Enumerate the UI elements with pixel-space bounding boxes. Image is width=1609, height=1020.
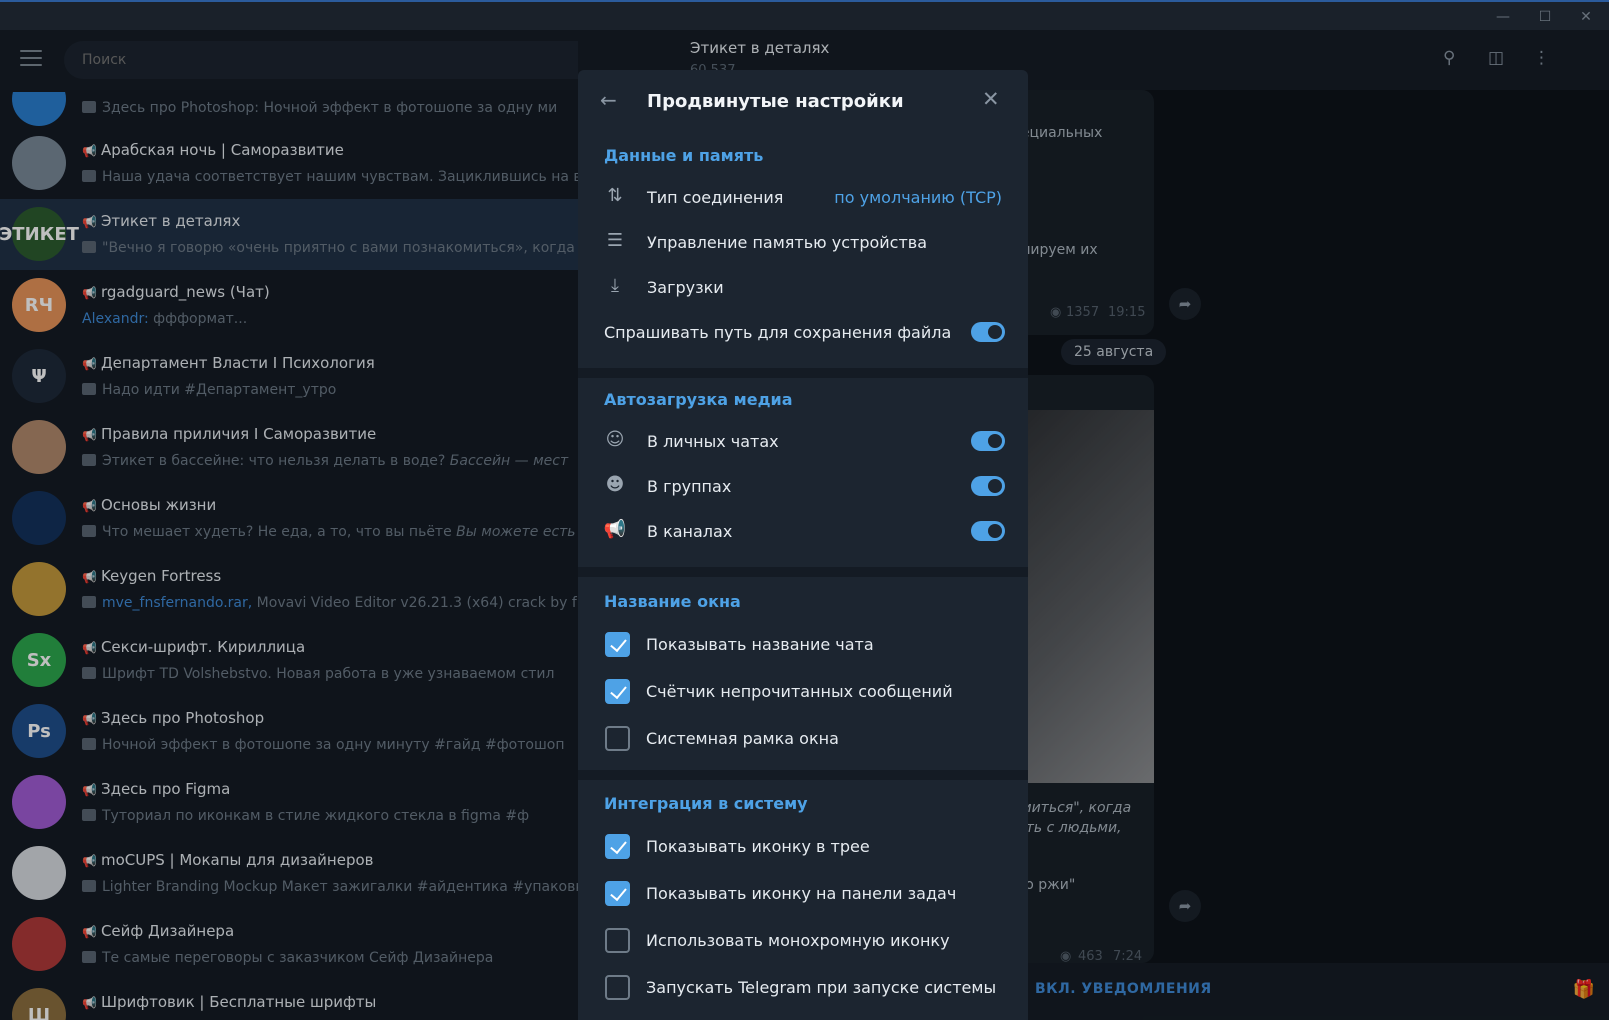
ask-path-label: Спрашивать путь для сохранения файла	[604, 323, 952, 342]
autoload-private-toggle[interactable]	[971, 431, 1005, 451]
ask-path-row[interactable]: Спрашивать путь для сохранения файла	[578, 311, 1028, 355]
unread-counter-checkbox[interactable]	[605, 679, 630, 704]
section-title-system: Интеграция в систему	[604, 794, 808, 813]
taskbar-icon-row[interactable]: Показывать иконку на панели задач	[578, 872, 1028, 916]
close-icon[interactable]: ✕	[982, 87, 1000, 111]
unread-counter-row[interactable]: Счётчик непрочитанных сообщений	[578, 670, 1028, 714]
tray-icon-label: Показывать иконку в трее	[646, 837, 870, 856]
autoload-groups-row[interactable]: ☻ В группах	[578, 465, 1028, 509]
show-chat-name-row[interactable]: Показывать название чата	[578, 623, 1028, 667]
advanced-settings-dialog: ← Продвинутые настройки ✕ Данные и памят…	[578, 70, 1028, 1020]
section-divider	[578, 567, 1028, 577]
system-frame-label: Системная рамка окна	[646, 729, 839, 748]
show-chat-name-checkbox[interactable]	[605, 632, 630, 657]
arrows-updown-icon: ⇅	[607, 185, 623, 206]
system-frame-checkbox[interactable]	[605, 726, 630, 751]
downloads-row[interactable]: ⤓ Загрузки	[578, 266, 1028, 310]
downloads-label: Загрузки	[647, 278, 724, 297]
taskbar-icon-checkbox[interactable]	[605, 881, 630, 906]
storage-management-label: Управление памятью устройства	[647, 233, 928, 252]
section-title-window: Название окна	[604, 592, 741, 611]
section-title-data: Данные и память	[604, 146, 764, 165]
section-divider	[578, 770, 1028, 780]
autoload-channels-toggle[interactable]	[971, 521, 1005, 541]
dialog-title: Продвинутые настройки	[647, 91, 904, 112]
section-divider	[578, 368, 1028, 378]
autostart-checkbox[interactable]	[605, 975, 630, 1000]
back-arrow-icon[interactable]: ←	[600, 88, 617, 112]
dialog-header: ← Продвинутые настройки ✕	[578, 70, 1028, 132]
storage-management-row[interactable]: ☰ Управление памятью устройства	[578, 221, 1028, 265]
autoload-channels-row[interactable]: 📢 В каналах	[578, 510, 1028, 554]
database-icon: ☰	[606, 230, 624, 251]
unread-counter-label: Счётчик непрочитанных сообщений	[646, 682, 953, 701]
ask-path-toggle[interactable]	[971, 322, 1005, 342]
autostart-label: Запускать Telegram при запуске системы	[646, 978, 997, 997]
tray-icon-checkbox[interactable]	[605, 834, 630, 859]
autoload-private-row[interactable]: ☺ В личных чатах	[578, 420, 1028, 464]
autostart-row[interactable]: Запускать Telegram при запуске системы	[578, 966, 1028, 1010]
autoload-channels-label: В каналах	[647, 522, 733, 541]
show-chat-name-label: Показывать название чата	[646, 635, 874, 654]
connection-type-value: по умолчанию (TCP)	[834, 188, 1002, 207]
autoload-groups-label: В группах	[647, 477, 732, 496]
taskbar-icon-label: Показывать иконку на панели задач	[646, 884, 957, 903]
tray-icon-row[interactable]: Показывать иконку в трее	[578, 825, 1028, 869]
megaphone-icon: 📢	[603, 519, 627, 540]
autoload-private-label: В личных чатах	[647, 432, 779, 451]
connection-type-row[interactable]: ⇅ Тип соединения по умолчанию (TCP)	[578, 176, 1028, 220]
users-icon: ☻	[605, 474, 625, 495]
system-frame-row[interactable]: Системная рамка окна	[578, 717, 1028, 761]
mono-icon-row[interactable]: Использовать монохромную иконку	[578, 919, 1028, 963]
connection-type-label: Тип соединения	[647, 188, 784, 207]
mono-icon-label: Использовать монохромную иконку	[646, 931, 950, 950]
mono-icon-checkbox[interactable]	[605, 928, 630, 953]
download-icon: ⤓	[611, 275, 619, 296]
autoload-groups-toggle[interactable]	[971, 476, 1005, 496]
section-title-autoload: Автозагрузка медиа	[604, 390, 793, 409]
user-icon: ☺	[605, 429, 625, 450]
